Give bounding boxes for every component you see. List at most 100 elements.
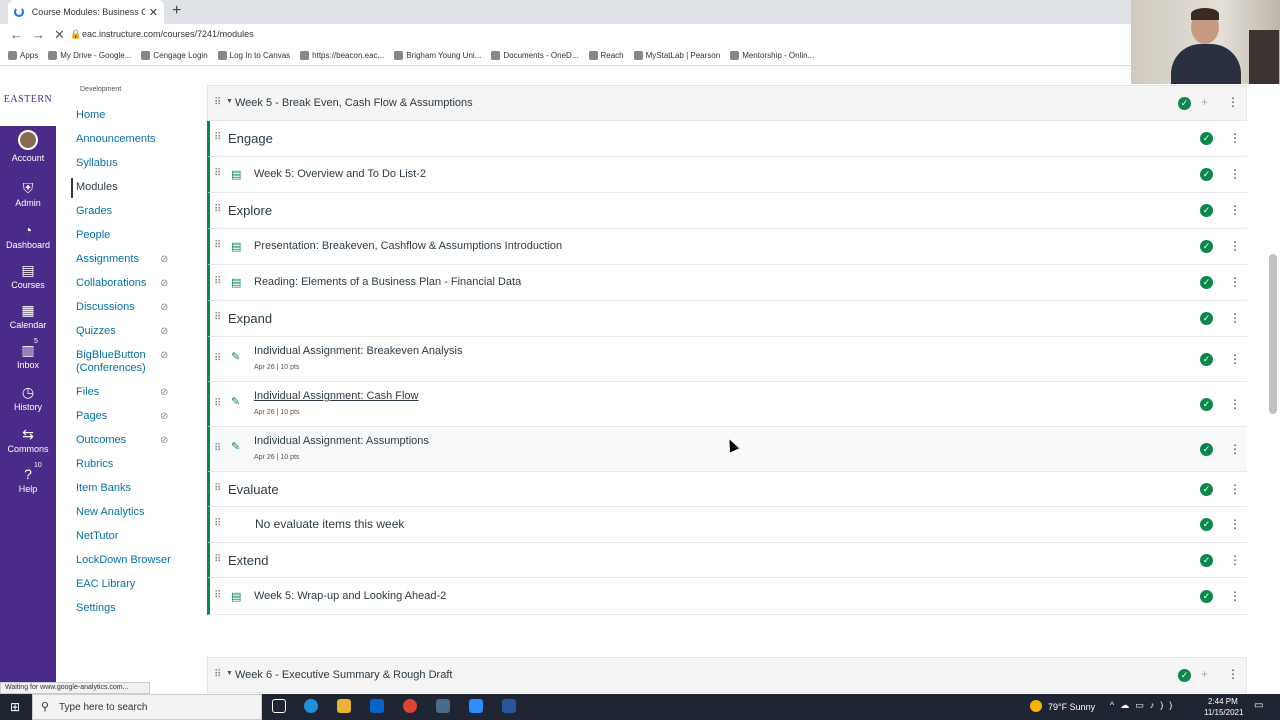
course-nav-grades[interactable]: Grades [76,205,112,217]
module-item-header[interactable]: ⠿ Expand ✓ ⋮ [207,301,1247,337]
bookmark-item[interactable]: Log In to Canvas [217,51,290,60]
collapse-caret-icon[interactable]: ▼ [226,98,233,105]
module-item-page[interactable]: ⠿ ▤ Presentation: Breakeven, Cashflow & As… [207,229,1247,265]
bookmark-item[interactable]: Apps [8,51,38,60]
item-menu-icon[interactable]: ⋮ [1229,167,1241,181]
published-icon[interactable]: ✓ [1200,132,1213,145]
module-item-assignment[interactable]: ⠿ ✎ Individual Assignment: Breakeven Analy… [207,337,1247,382]
drag-handle-icon[interactable]: ⠿ [214,204,221,215]
school-logo[interactable]: EASTERN [0,84,56,126]
drag-handle-icon[interactable]: ⠿ [214,353,221,364]
course-nav-quizzes[interactable]: Quizzes [76,325,116,337]
published-icon[interactable]: ✓ [1200,353,1213,366]
published-icon[interactable]: ✓ [1200,240,1213,253]
zoom-icon[interactable] [469,699,483,713]
item-title[interactable]: Individual Assignment: Assumptions [254,435,429,447]
back-icon[interactable]: ← [10,27,23,42]
published-icon[interactable]: ✓ [1200,204,1213,217]
published-icon[interactable]: ✓ [1200,398,1213,411]
item-menu-icon[interactable]: ⋮ [1229,482,1241,496]
module-item-text[interactable]: ⠿ No evaluate items this week ✓ ⋮ [207,507,1247,543]
bookmark-item[interactable]: https://beacon.eac... [300,51,384,60]
global-nav-calendar[interactable]: ▦ Calendar [0,302,56,330]
course-nav-eac-library[interactable]: EAC Library [76,578,135,590]
drag-handle-icon[interactable]: ⠿ [214,518,221,529]
module-item-header[interactable]: ⠿ Engage ✓ ⋮ [207,121,1247,157]
module-header[interactable]: ⠿ ▼ Week 5 - Break Even, Cash Flow & Assum… [207,85,1247,121]
item-menu-icon[interactable]: ⋮ [1229,517,1241,531]
drag-handle-icon[interactable]: ⠿ [214,669,221,680]
bookmark-item[interactable]: Brigham Young Uni... [394,51,481,60]
global-nav-help[interactable]: ? 10 Help [0,462,56,494]
published-icon[interactable]: ✓ [1200,590,1213,603]
clock-time[interactable]: 2:44 PM [1208,697,1238,706]
drag-handle-icon[interactable]: ⠿ [214,132,221,143]
course-nav-bigbluebutton-conferences-[interactable]: BigBlueButton (Conferences) [76,349,156,375]
published-icon[interactable]: ✓ [1200,483,1213,496]
module-header[interactable]: ⠿ ▼ Week 6 - Executive Summary & Rough Dra… [207,657,1247,693]
course-nav-new-analytics[interactable]: New Analytics [76,506,144,518]
system-tray-icons[interactable]: ^☁▭♪)) [1110,700,1178,711]
course-nav-home[interactable]: Home [76,109,105,121]
page-scrollbar[interactable] [1269,254,1277,414]
global-nav-dashboard[interactable]: ◔ Dashboard [0,222,56,250]
global-nav-commons[interactable]: ⇆ Commons [0,426,56,454]
item-menu-icon[interactable]: ⋮ [1229,203,1241,217]
add-item-icon[interactable]: + [1201,667,1208,681]
item-title[interactable]: Presentation: Breakeven, Cashflow & Assu… [254,240,562,252]
drag-handle-icon[interactable]: ⠿ [214,483,221,494]
item-menu-icon[interactable]: ⋮ [1229,239,1241,253]
calculator-icon[interactable] [436,699,450,713]
drag-handle-icon[interactable]: ⠿ [214,398,221,409]
item-menu-icon[interactable]: ⋮ [1229,275,1241,289]
course-nav-rubrics[interactable]: Rubrics [76,458,113,470]
drag-handle-icon[interactable]: ⠿ [214,97,221,108]
item-title[interactable]: Week 5: Wrap-up and Looking Ahead-2 [254,590,446,602]
module-menu-icon[interactable]: ⋮ [1227,95,1239,109]
item-title[interactable]: Reading: Elements of a Business Plan - F… [254,276,521,288]
item-title[interactable]: Individual Assignment: Breakeven Analysi… [254,345,463,357]
bookmark-item[interactable]: Documents - OneD... [491,51,579,60]
drag-handle-icon[interactable]: ⠿ [214,168,221,179]
course-nav-nettutor[interactable]: NetTutor [76,530,118,542]
course-nav-collaborations[interactable]: Collaborations [76,277,146,289]
url-input[interactable]: eac.instructure.com/courses/7241/modules [82,29,254,39]
weather-text[interactable]: 79°F Sunny [1048,702,1095,712]
item-menu-icon[interactable]: ⋮ [1229,311,1241,325]
global-nav-courses[interactable]: ▤ Courses [0,262,56,290]
drag-handle-icon[interactable]: ⠿ [214,276,221,287]
drag-handle-icon[interactable]: ⠿ [214,590,221,601]
drag-handle-icon[interactable]: ⠿ [214,240,221,251]
module-menu-icon[interactable]: ⋮ [1227,667,1239,681]
stop-icon[interactable]: ✕ [54,27,65,43]
course-nav-pages[interactable]: Pages [76,410,107,422]
course-nav-outcomes[interactable]: Outcomes [76,434,126,446]
item-menu-icon[interactable]: ⋮ [1229,352,1241,366]
forward-icon[interactable]: → [32,27,45,42]
bookmark-item[interactable]: Reach [588,51,624,60]
course-nav-settings[interactable]: Settings [76,602,116,614]
course-nav-syllabus[interactable]: Syllabus [76,157,118,169]
module-item-assignment[interactable]: ⠿ ✎ Individual Assignment: Assumptions Apr … [207,427,1247,472]
new-tab-button[interactable]: + [172,2,181,20]
chrome-icon[interactable] [403,699,417,713]
bookmark-item[interactable]: MyStatLab | Pearson [633,51,720,60]
module-item-page[interactable]: ⠿ ▤ Reading: Elements of a Business Plan -… [207,265,1247,301]
module-item-header[interactable]: ⠿ Extend ✓ ⋮ [207,543,1247,578]
course-nav-people[interactable]: People [76,229,110,241]
published-icon[interactable]: ✓ [1200,443,1213,456]
add-item-icon[interactable]: + [1201,95,1208,109]
task-view-icon[interactable] [272,699,286,713]
word-icon[interactable] [502,699,516,713]
global-nav-inbox[interactable]: ▥ 5 Inbox [0,338,56,370]
global-nav-admin[interactable]: ⛨ Admin [0,180,56,208]
course-nav-files[interactable]: Files [76,386,99,398]
published-icon[interactable]: ✓ [1200,276,1213,289]
course-nav-item-banks[interactable]: Item Banks [76,482,131,494]
published-icon[interactable]: ✓ [1178,97,1191,110]
course-nav-lockdown-browser[interactable]: LockDown Browser [76,554,171,566]
module-item-header[interactable]: ⠿ Evaluate ✓ ⋮ [207,472,1247,507]
item-title[interactable]: Week 5: Overview and To Do List-2 [254,168,426,180]
browser-tab[interactable]: Course Modules: Business Capst ✕ [8,0,164,24]
collapse-caret-icon[interactable]: ▼ [226,670,233,677]
